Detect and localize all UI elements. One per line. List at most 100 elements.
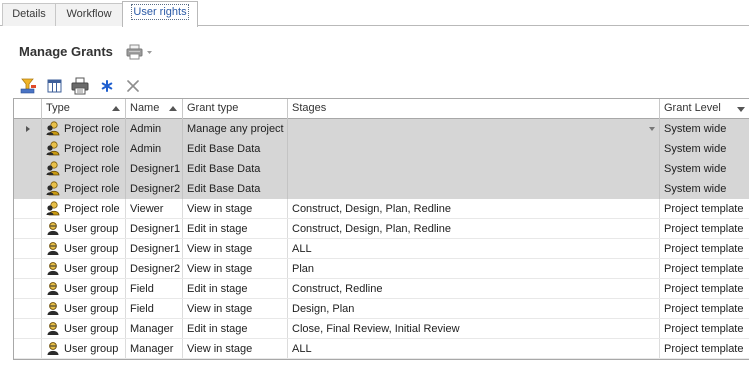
grant-level-cell[interactable]: Project template (660, 339, 749, 359)
stages-cell[interactable] (288, 139, 660, 159)
name-cell[interactable]: Viewer (126, 199, 183, 219)
row-indicator[interactable] (14, 339, 42, 359)
grant-level-cell[interactable]: Project template (660, 199, 749, 219)
table-row[interactable]: User group Field View in stage Design, Plan… (14, 299, 749, 319)
row-indicator[interactable] (14, 299, 42, 319)
stages-cell-text: Construct, Redline (292, 283, 383, 295)
grant-type-cell[interactable]: Edit in stage (183, 319, 288, 339)
type-cell[interactable]: User group (42, 319, 126, 339)
type-cell[interactable]: User group (42, 339, 126, 359)
grant-level-cell[interactable]: Project template (660, 279, 749, 299)
grant-type-cell[interactable]: Edit in stage (183, 279, 288, 299)
tab-workflow[interactable]: Workflow (55, 3, 123, 26)
filter-button[interactable] (20, 77, 38, 95)
name-cell[interactable]: Designer1 (126, 219, 183, 239)
table-row[interactable]: Project role Designer2 Edit Base Data Syste… (14, 179, 749, 199)
table-row[interactable]: User group Manager Edit in stage Close, Fin… (14, 319, 749, 339)
stages-cell[interactable]: Design, Plan (288, 299, 660, 319)
grant-type-cell[interactable]: View in stage (183, 239, 288, 259)
stages-cell[interactable]: Construct, Design, Plan, Redline (288, 219, 660, 239)
type-cell[interactable]: User group (42, 279, 126, 299)
type-cell[interactable]: Project role (42, 119, 126, 139)
table-row[interactable]: Project role Admin Edit Base Data System wi… (14, 139, 749, 159)
grant-type-cell[interactable]: Edit Base Data (183, 159, 288, 179)
grant-level-cell[interactable]: System wide (660, 139, 749, 159)
type-cell[interactable]: Project role (42, 179, 126, 199)
table-row[interactable]: Project role Admin Manage any project Syste… (14, 119, 749, 139)
row-indicator[interactable] (14, 159, 42, 179)
grant-level-cell[interactable]: System wide (660, 159, 749, 179)
name-cell[interactable]: Designer1 (126, 239, 183, 259)
grant-level-cell[interactable]: Project template (660, 219, 749, 239)
stages-cell[interactable]: Plan (288, 259, 660, 279)
type-cell[interactable]: Project role (42, 159, 126, 179)
print-dropdown[interactable] (126, 44, 154, 60)
grant-type-cell[interactable]: Edit Base Data (183, 179, 288, 199)
name-cell[interactable]: Field (126, 279, 183, 299)
row-indicator[interactable] (14, 199, 42, 219)
name-cell[interactable]: Admin (126, 119, 183, 139)
grant-level-cell[interactable]: Project template (660, 319, 749, 339)
row-indicator[interactable] (14, 319, 42, 339)
grant-type-cell[interactable]: Manage any project (183, 119, 288, 139)
name-cell[interactable]: Designer2 (126, 259, 183, 279)
name-cell[interactable]: Manager (126, 339, 183, 359)
grant-type-cell[interactable]: View in stage (183, 259, 288, 279)
grant-type-cell[interactable]: Edit Base Data (183, 139, 288, 159)
column-header-name[interactable]: Name (126, 99, 183, 119)
type-cell[interactable]: User group (42, 219, 126, 239)
type-cell[interactable]: User group (42, 239, 126, 259)
stages-cell[interactable] (288, 119, 660, 139)
table-row[interactable]: Project role Designer1 Edit Base Data Syste… (14, 159, 749, 179)
column-header-type[interactable]: Type (42, 99, 126, 119)
grant-level-cell[interactable]: Project template (660, 239, 749, 259)
name-cell[interactable]: Admin (126, 139, 183, 159)
type-cell[interactable]: User group (42, 259, 126, 279)
grant-type-cell[interactable]: View in stage (183, 339, 288, 359)
table-row[interactable]: User group Designer2 View in stage Plan Proj… (14, 259, 749, 279)
grant-level-cell[interactable]: Project template (660, 299, 749, 319)
stages-cell[interactable] (288, 179, 660, 199)
grant-level-cell[interactable]: System wide (660, 119, 749, 139)
grant-level-cell[interactable]: System wide (660, 179, 749, 199)
column-chooser-button[interactable] (46, 77, 64, 95)
stages-cell[interactable]: Close, Final Review, Initial Review (288, 319, 660, 339)
type-cell[interactable]: Project role (42, 199, 126, 219)
table-row[interactable]: User group Designer1 View in stage ALL Proje… (14, 239, 749, 259)
stages-dropdown-icon[interactable] (649, 127, 655, 131)
name-cell[interactable]: Designer2 (126, 179, 183, 199)
name-cell[interactable]: Field (126, 299, 183, 319)
column-header-stages[interactable]: Stages (288, 99, 660, 119)
stages-cell[interactable]: Construct, Design, Plan, Redline (288, 199, 660, 219)
type-cell[interactable]: Project role (42, 139, 126, 159)
column-header-grant-level[interactable]: Grant Level (660, 99, 749, 119)
type-cell[interactable]: User group (42, 299, 126, 319)
stages-cell[interactable]: Construct, Redline (288, 279, 660, 299)
table-row[interactable]: Project role Viewer View in stage Construct… (14, 199, 749, 219)
grant-type-cell[interactable]: View in stage (183, 199, 288, 219)
column-header-grant-type[interactable]: Grant type (183, 99, 288, 119)
grant-level-cell[interactable]: Project template (660, 259, 749, 279)
table-row[interactable]: User group Field Edit in stage Construct, R… (14, 279, 749, 299)
row-indicator[interactable] (14, 239, 42, 259)
row-indicator[interactable] (14, 219, 42, 239)
grant-type-cell[interactable]: Edit in stage (183, 219, 288, 239)
table-row[interactable]: User group Manager View in stage ALL Project… (14, 339, 749, 359)
grant-type-cell[interactable]: View in stage (183, 299, 288, 319)
tab-user-rights[interactable]: User rights (122, 1, 198, 27)
row-indicator[interactable] (14, 179, 42, 199)
stages-cell[interactable] (288, 159, 660, 179)
tab-details[interactable]: Details (2, 3, 56, 26)
table-row[interactable]: User group Designer1 Edit in stage Construc… (14, 219, 749, 239)
row-indicator[interactable] (14, 139, 42, 159)
stages-cell[interactable]: ALL (288, 239, 660, 259)
row-indicator[interactable] (14, 259, 42, 279)
print-button[interactable] (71, 77, 89, 95)
name-cell[interactable]: Manager (126, 319, 183, 339)
row-indicator[interactable] (14, 279, 42, 299)
delete-grant-button[interactable] (124, 77, 142, 95)
stages-cell[interactable]: ALL (288, 339, 660, 359)
name-cell[interactable]: Designer1 (126, 159, 183, 179)
add-grant-button[interactable] (98, 77, 116, 95)
row-indicator[interactable] (14, 119, 42, 139)
